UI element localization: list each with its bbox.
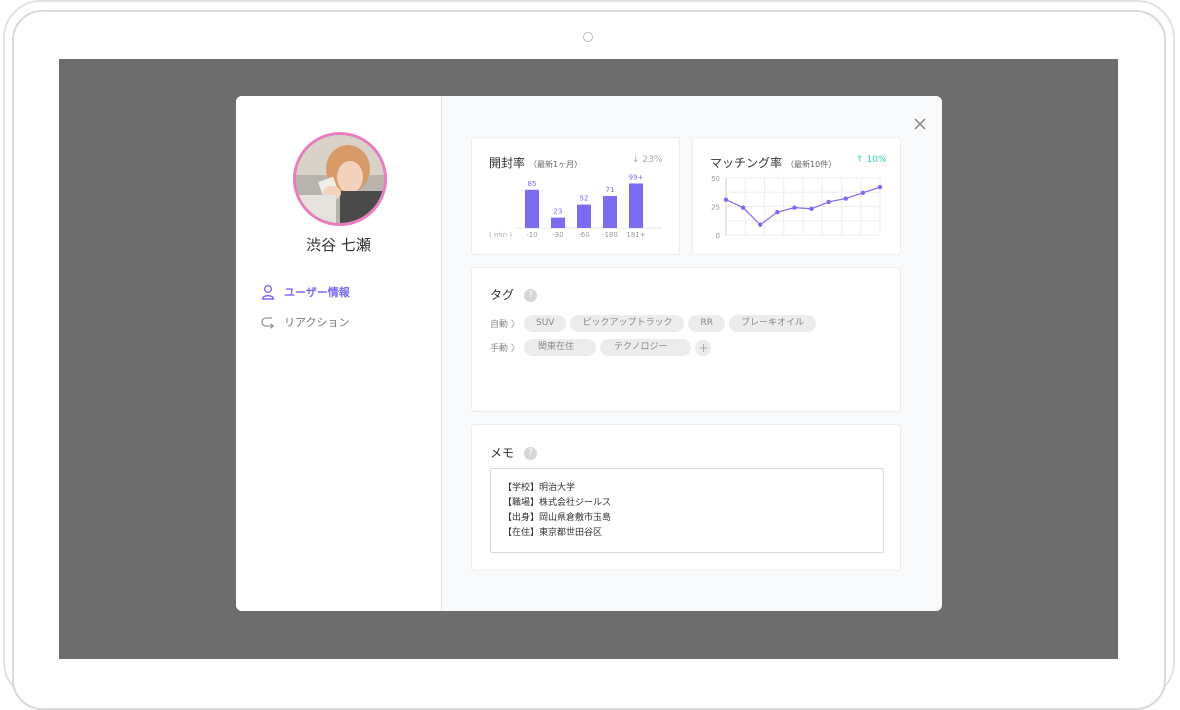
reaction-arrow-icon (260, 314, 276, 330)
data-point (723, 197, 729, 202)
tag-chip[interactable]: ブレーキオイル (729, 315, 817, 332)
bar (551, 217, 565, 228)
nav-item-label: リアクション (284, 316, 350, 329)
open-rate-bar-chart: ( min ) 85 -10 23 -30 52 -60 71 -180 99+ 181+ (489, 173, 662, 239)
memo-line: 【在住】東京都世田谷区 (503, 528, 603, 538)
memo-line: 【学校】明治大学 (503, 483, 576, 493)
memo-title-text: メモ (490, 446, 515, 460)
unit-label: ( min ) (489, 231, 512, 239)
profile-nav: ユーザー情報 リアクション (260, 282, 350, 342)
tag-chip[interactable]: 関東在住 (524, 339, 597, 356)
nav-item-label: ユーザー情報 (284, 286, 350, 299)
tags-card: タグ? 自動 〉 SUV ピックアップトラック RR ブレーキオイル 手動 〉 … (471, 267, 901, 412)
bar (629, 183, 643, 228)
user-detail-modal: 渋谷 七瀬 ユーザー情報 リアクション 開封率 （最新1ヶ月） ↓ 23% (… (236, 96, 942, 611)
bar (603, 196, 617, 228)
profile-panel: 渋谷 七瀬 ユーザー情報 リアクション (236, 96, 442, 611)
bar (525, 189, 539, 228)
x-tick-label: -60 (578, 231, 589, 239)
nav-item-user-info[interactable]: ユーザー情報 (260, 282, 350, 302)
x-tick-label: 181+ (626, 231, 645, 239)
detail-panel: 開封率 （最新1ヶ月） ↓ 23% ( min ) 85 -10 23 -30 52 -60… (442, 96, 942, 611)
data-point (809, 206, 814, 211)
memo-title: メモ? (490, 444, 538, 461)
data-point (775, 210, 780, 215)
nav-item-reaction[interactable]: リアクション (260, 312, 350, 332)
help-icon[interactable]: ? (524, 289, 538, 302)
avatar (293, 132, 387, 226)
tag-chip[interactable]: RR (688, 315, 725, 332)
avatar-photo-icon (296, 135, 384, 223)
data-point (843, 196, 848, 201)
memo-line: 【職場】株式会社ジールス (503, 498, 612, 508)
data-point (860, 190, 866, 196)
open-rate-card: 開封率 （最新1ヶ月） ↓ 23% ( min ) 85 -10 23 -30 52 -60… (471, 137, 680, 255)
bar-data-label: 99+ (629, 173, 644, 181)
user-name: 渋谷 七瀬 (306, 236, 371, 254)
match-rate-line-chart: 0 25 50 (711, 175, 883, 240)
data-point (877, 184, 883, 190)
bar (577, 204, 591, 228)
manual-tags-row: 手動 〉 関東在住 テクノロジー + (490, 339, 712, 356)
y-tick-label: 25 (711, 204, 720, 212)
match-rate-card: マッチング率 （最新10件） ↑ 10% 0 25 50 (692, 137, 901, 255)
x-tick-label: -10 (526, 231, 537, 239)
memo-textarea[interactable]: 【学校】明治大学 【職場】株式会社ジールス 【出身】岡山県倉敷市玉島 【在住】東… (490, 468, 884, 553)
tag-chip[interactable]: テクノロジー (600, 339, 692, 356)
memo-line: 【出身】岡山県倉敷市玉島 (503, 513, 612, 523)
tags-title: タグ? (490, 286, 538, 303)
data-point (826, 199, 831, 205)
close-button[interactable] (910, 114, 930, 134)
tag-chip[interactable]: SUV (524, 315, 567, 332)
data-point (792, 205, 797, 210)
add-tag-button[interactable]: + (695, 339, 712, 356)
data-point (740, 205, 746, 210)
bar-data-label: 52 (580, 195, 589, 203)
y-tick-label: 50 (711, 175, 720, 183)
auto-tags-label: 自動 〉 (490, 320, 520, 330)
data-point (758, 222, 763, 227)
camera-icon (583, 32, 593, 42)
tag-chip[interactable]: ピックアップトラック (570, 315, 685, 332)
x-tick-label: -30 (552, 231, 563, 239)
memo-card: メモ? 【学校】明治大学 【職場】株式会社ジールス 【出身】岡山県倉敷市玉島 【… (471, 424, 901, 571)
manual-tags-label: 手動 〉 (490, 344, 520, 354)
close-icon (914, 118, 926, 130)
auto-tags-row: 自動 〉 SUV ピックアップトラック RR ブレーキオイル (490, 315, 820, 332)
x-tick-label: -180 (602, 231, 618, 239)
bar-data-label: 85 (528, 180, 537, 188)
user-icon (260, 284, 276, 300)
y-tick-label: 0 (716, 232, 720, 240)
help-icon[interactable]: ? (524, 447, 538, 460)
bar-data-label: 23 (554, 208, 563, 216)
tags-title-text: タグ (490, 288, 515, 302)
bar-data-label: 71 (606, 186, 615, 194)
